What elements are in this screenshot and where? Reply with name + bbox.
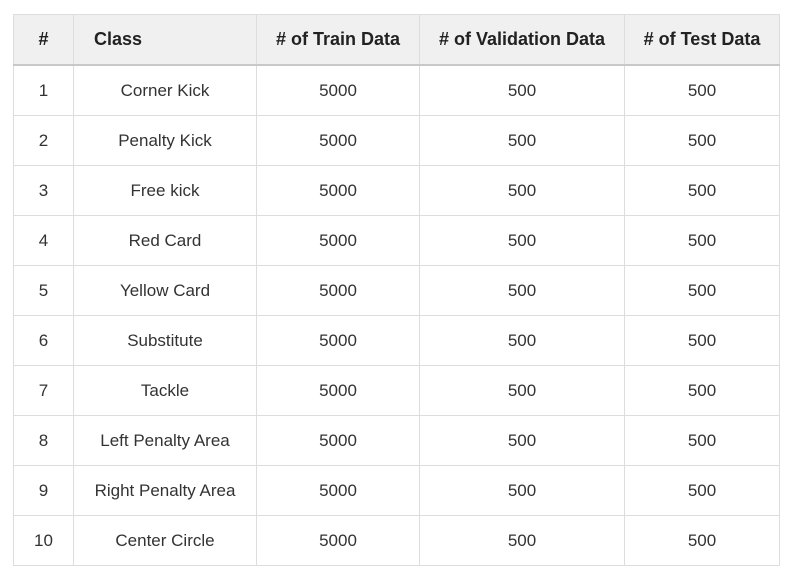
cell-index: 3 [13, 165, 74, 216]
cell-class: Yellow Card [73, 265, 257, 316]
header-row: # Class # of Train Data # of Validation … [13, 14, 780, 66]
table-row: 2 Penalty Kick 5000 500 500 [13, 115, 780, 166]
cell-class: Substitute [73, 315, 257, 366]
table-row: 3 Free kick 5000 500 500 [13, 165, 780, 216]
table-header: # Class # of Train Data # of Validation … [13, 14, 780, 66]
cell-class: Penalty Kick [73, 115, 257, 166]
cell-class: Right Penalty Area [73, 465, 257, 516]
table-row: 9 Right Penalty Area 5000 500 500 [13, 465, 780, 516]
header-class: Class [73, 14, 257, 66]
cell-validation-count: 500 [419, 315, 625, 366]
cell-index: 8 [13, 415, 74, 466]
cell-index: 2 [13, 115, 74, 166]
header-validation-count: # of Validation Data [419, 14, 625, 66]
table-row: 1 Corner Kick 5000 500 500 [13, 64, 780, 116]
cell-test-count: 500 [624, 415, 780, 466]
cell-class: Center Circle [73, 515, 257, 566]
cell-index: 4 [13, 215, 74, 266]
cell-class: Tackle [73, 365, 257, 416]
dataset-split-table: # Class # of Train Data # of Validation … [13, 14, 780, 566]
table-body: 1 Corner Kick 5000 500 500 2 Penalty Kic… [13, 64, 780, 566]
cell-validation-count: 500 [419, 115, 625, 166]
cell-validation-count: 500 [419, 515, 625, 566]
cell-class: Corner Kick [73, 64, 257, 116]
cell-train-count: 5000 [256, 315, 420, 366]
header-test-count: # of Test Data [624, 14, 780, 66]
cell-train-count: 5000 [256, 515, 420, 566]
table-row: 4 Red Card 5000 500 500 [13, 215, 780, 266]
cell-validation-count: 500 [419, 365, 625, 416]
cell-test-count: 500 [624, 165, 780, 216]
cell-train-count: 5000 [256, 265, 420, 316]
cell-test-count: 500 [624, 115, 780, 166]
table-row: 7 Tackle 5000 500 500 [13, 365, 780, 416]
cell-class: Red Card [73, 215, 257, 266]
cell-index: 10 [13, 515, 74, 566]
table-row: 6 Substitute 5000 500 500 [13, 315, 780, 366]
cell-index: 5 [13, 265, 74, 316]
cell-index: 6 [13, 315, 74, 366]
cell-class: Left Penalty Area [73, 415, 257, 466]
table-row: 5 Yellow Card 5000 500 500 [13, 265, 780, 316]
table-row: 10 Center Circle 5000 500 500 [13, 515, 780, 566]
header-train-count: # of Train Data [256, 14, 420, 66]
cell-train-count: 5000 [256, 165, 420, 216]
cell-train-count: 5000 [256, 115, 420, 166]
cell-test-count: 500 [624, 315, 780, 366]
cell-test-count: 500 [624, 465, 780, 516]
cell-test-count: 500 [624, 215, 780, 266]
cell-train-count: 5000 [256, 465, 420, 516]
cell-validation-count: 500 [419, 215, 625, 266]
cell-index: 9 [13, 465, 74, 516]
cell-train-count: 5000 [256, 215, 420, 266]
cell-class: Free kick [73, 165, 257, 216]
cell-validation-count: 500 [419, 265, 625, 316]
cell-test-count: 500 [624, 64, 780, 116]
cell-validation-count: 500 [419, 64, 625, 116]
cell-index: 1 [13, 64, 74, 116]
cell-train-count: 5000 [256, 415, 420, 466]
table-row: 8 Left Penalty Area 5000 500 500 [13, 415, 780, 466]
cell-train-count: 5000 [256, 64, 420, 116]
cell-test-count: 500 [624, 265, 780, 316]
header-index: # [13, 14, 74, 66]
dataset-table-container: # Class # of Train Data # of Validation … [13, 14, 780, 566]
cell-validation-count: 500 [419, 165, 625, 216]
cell-validation-count: 500 [419, 465, 625, 516]
cell-test-count: 500 [624, 365, 780, 416]
cell-test-count: 500 [624, 515, 780, 566]
cell-train-count: 5000 [256, 365, 420, 416]
cell-validation-count: 500 [419, 415, 625, 466]
cell-index: 7 [13, 365, 74, 416]
